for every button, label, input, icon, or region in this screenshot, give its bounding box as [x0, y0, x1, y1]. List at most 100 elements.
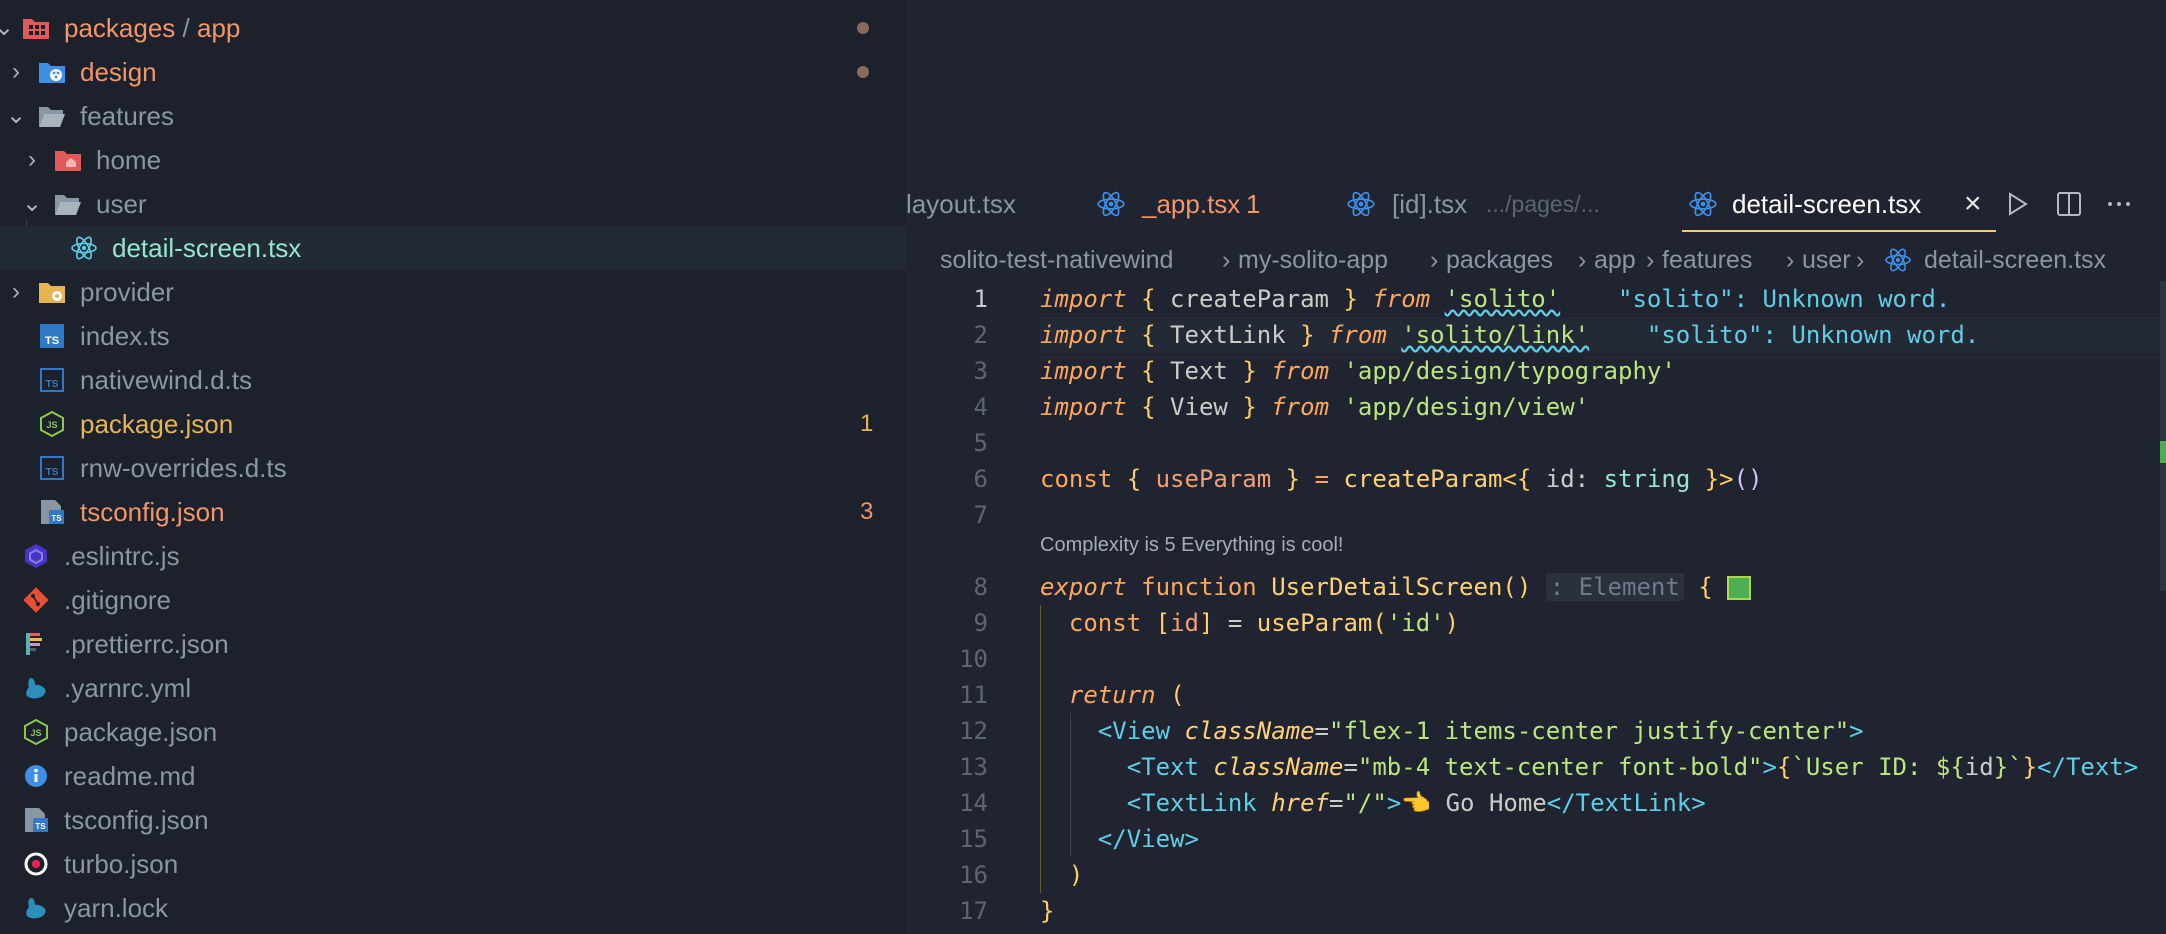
line-number: 4 [973, 393, 988, 421]
folder-home-icon [55, 151, 81, 171]
code-editor[interactable]: 1 2 3 4 5 6 7 8 9 10 11 12 13 14 15 16 1… [906, 281, 2166, 934]
tree-item-label: yarn.lock [64, 893, 169, 923]
tree-item-tsconfig-json[interactable]: TS tsconfig.json 3 [0, 490, 906, 534]
tree-item-readme[interactable]: readme.md [0, 754, 906, 798]
tree-item-label: home [96, 145, 162, 175]
breadcrumb-item[interactable]: user [1802, 240, 1851, 280]
tree-item-packages-app[interactable]: ⌄ packages / app [0, 6, 906, 50]
tree-item-detail-screen[interactable]: detail-screen.tsx [0, 226, 906, 270]
tab-layout[interactable]: layout.tsx [906, 176, 1056, 232]
line-number: 11 [959, 681, 988, 709]
code-line: import { View } from 'app/design/view' [1040, 393, 1590, 421]
tree-item-prettierrc[interactable]: .prettierrc.json [0, 622, 906, 666]
tree-item-label: package.json [80, 409, 234, 439]
breadcrumb-item[interactable]: packages [1446, 240, 1553, 280]
line-number: 8 [973, 573, 988, 601]
react-icon [1885, 248, 1911, 272]
run-icon[interactable] [2002, 190, 2032, 218]
typescript-icon: TS [40, 324, 64, 348]
tree-item-label: readme.md [64, 761, 196, 791]
code-line: import { TextLink } from 'solito/link' "… [1040, 321, 1980, 349]
breadcrumb-item[interactable]: detail-screen.tsx [1924, 240, 2106, 280]
chevron-right-icon: › [12, 58, 20, 85]
problems-badge: 3 [860, 498, 874, 525]
folder-open-icon [55, 195, 81, 215]
tree-item-gitignore[interactable]: .gitignore [0, 578, 906, 622]
tree-item-design[interactable]: › design [0, 50, 906, 94]
code-line: import { createParam } from 'solito' "so… [1040, 285, 1951, 313]
code-line: const [id] = useParam('id') [1068, 609, 1460, 637]
line-number: 15 [959, 825, 988, 853]
typescript-def-icon: TS [40, 368, 64, 392]
tree-item-eslintrc[interactable]: .eslintrc.js [0, 534, 906, 578]
tree-item-user[interactable]: ⌄ user [0, 182, 906, 226]
breadcrumb-item[interactable]: solito-test-nativewind [940, 240, 1173, 280]
breadcrumb-item[interactable]: app [1594, 240, 1636, 280]
folder-app-icon [23, 19, 49, 39]
scrollbar-thumb[interactable] [2160, 281, 2166, 591]
chevron-right-icon: › [28, 146, 36, 173]
problems-badge: 1 [860, 410, 874, 437]
split-editor-icon[interactable] [2054, 190, 2084, 218]
tree-item-label: .eslintrc.js [64, 541, 180, 571]
tree-item-label: .prettierrc.json [64, 629, 229, 659]
complexity-codelens[interactable]: Complexity is 5 Everything is cool! [1040, 527, 1343, 563]
yarn-icon [26, 678, 46, 699]
chevron-right-icon: › [1856, 246, 1865, 274]
line-number: 9 [973, 609, 988, 637]
breadcrumb-item[interactable]: features [1662, 240, 1752, 280]
tab-detail-screen[interactable]: detail-screen.tsx × [1682, 176, 2002, 232]
tree-item-index-ts[interactable]: TS index.ts [0, 314, 906, 358]
inlay-type-hint: : Element [1545, 573, 1684, 601]
tree-item-root-package-json[interactable]: JS package.json [0, 710, 906, 754]
line-number: 5 [973, 429, 988, 457]
tree-item-rnw-overrides[interactable]: TS rnw-overrides.d.ts [0, 446, 906, 490]
tab-label: _app.tsx [1142, 189, 1241, 219]
code-line: return ( [1068, 681, 1185, 709]
modified-dot [857, 22, 869, 34]
svg-text:TS: TS [46, 379, 59, 390]
line-number: 12 [959, 717, 988, 745]
code-line: const { useParam } = createParam<{ id: s… [1040, 465, 1763, 493]
tab-app[interactable]: _app.tsx 1 [1096, 176, 1306, 232]
breadcrumb-item[interactable]: my-solito-app [1238, 240, 1388, 280]
tree-item-label: tsconfig.json [80, 497, 225, 527]
code-line: ) [1068, 861, 1084, 889]
tree-item-yarn-lock[interactable]: yarn.lock [0, 886, 906, 930]
chevron-right-icon: › [1578, 246, 1587, 274]
tree-item-package-json[interactable]: JS package.json 1 [0, 402, 906, 446]
tree-item-turbo[interactable]: turbo.json [0, 842, 906, 886]
line-number: 3 [973, 357, 988, 385]
svg-text:JS: JS [46, 420, 57, 430]
close-icon[interactable]: × [1964, 176, 1982, 232]
svg-text:TS: TS [45, 335, 59, 347]
eslint-icon [25, 544, 47, 568]
code-line: </View> [1097, 825, 1199, 853]
tree-item-label: provider [80, 277, 174, 307]
line-number: 7 [973, 501, 988, 529]
line-number: 16 [959, 861, 988, 889]
tsconfig-icon: TS [25, 808, 48, 832]
code-line: export function UserDetailScreen() : Ele… [1040, 569, 1752, 605]
tree-item-yarnrc[interactable]: .yarnrc.yml [0, 666, 906, 710]
explorer-panel: ⌄ packages / app › design ⌄ features › h… [0, 0, 906, 934]
scrollbar-marker [2160, 441, 2166, 463]
tree-item-label: packages [64, 13, 176, 43]
chevron-right-icon: › [12, 278, 20, 305]
yarn-icon [26, 898, 46, 919]
prettier-icon [26, 633, 42, 655]
line-number: 6 [973, 465, 988, 493]
tree-item-root-tsconfig[interactable]: TS tsconfig.json [0, 798, 906, 842]
tree-item-features[interactable]: ⌄ features [0, 94, 906, 138]
tree-item-label: detail-screen.tsx [112, 233, 302, 263]
more-actions-icon[interactable] [2104, 190, 2134, 218]
tab-id[interactable]: [id].tsx .../pages/... [1346, 176, 1646, 232]
chevron-down-icon: ⌄ [6, 102, 27, 129]
tree-item-home[interactable]: › home [0, 138, 906, 182]
line-number: 13 [959, 753, 988, 781]
tree-item-nativewind-d-ts[interactable]: TS nativewind.d.ts [0, 358, 906, 402]
tree-item-provider[interactable]: › provider [0, 270, 906, 314]
tab-label: layout.tsx [906, 189, 1016, 219]
line-number: 14 [959, 789, 988, 817]
path-separator: / [182, 13, 190, 43]
